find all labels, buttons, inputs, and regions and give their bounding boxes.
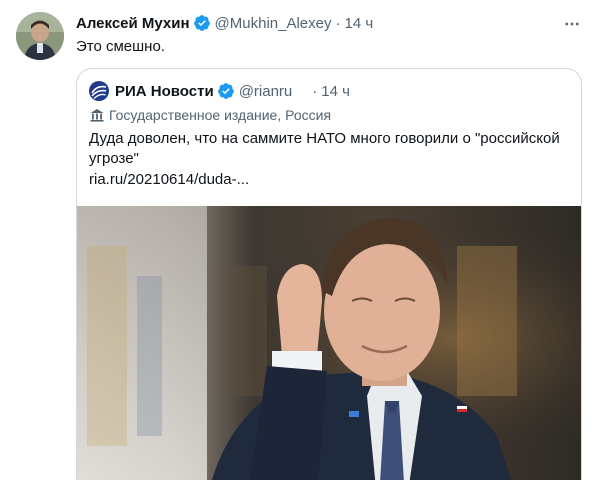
avatar-image — [16, 12, 64, 60]
tweet: Алексей Мухин @Mukhin_Alexey · 14 ч Это … — [0, 0, 598, 480]
author-handle[interactable]: @Mukhin_Alexey — [215, 15, 332, 32]
state-media-text: Государственное издание, Россия — [109, 107, 332, 123]
verified-badge-icon — [193, 14, 211, 32]
state-media-icon — [89, 107, 105, 123]
timestamp[interactable]: 14 ч — [345, 15, 374, 32]
more-options-icon[interactable] — [561, 13, 583, 35]
state-media-label[interactable]: Государственное издание, Россия — [89, 106, 331, 124]
separator-dot: · — [335, 14, 341, 32]
verified-badge-icon — [217, 82, 235, 100]
ria-logo — [89, 81, 109, 101]
quoted-tweet[interactable]: РИА Новости @rianru · 14 ч Государственн… — [76, 68, 582, 480]
tweet-header: Алексей Мухин @Mukhin_Alexey · 14 ч — [76, 13, 373, 33]
quoted-author-name: РИА Новости — [115, 82, 214, 100]
avatar[interactable] — [16, 12, 64, 60]
separator-dot: · — [312, 82, 318, 100]
quoted-link[interactable]: ria.ru/20210614/duda-... — [89, 170, 249, 190]
quoted-text: Дуда доволен, что на саммите НАТО много … — [89, 130, 560, 167]
quoted-timestamp: 14 ч — [321, 82, 350, 100]
quoted-header: РИА Новости @rianru · 14 ч — [89, 81, 350, 101]
author-name[interactable]: Алексей Мухин — [76, 15, 190, 32]
quoted-author-handle: @rianru — [238, 82, 293, 100]
quoted-media-image[interactable] — [77, 206, 581, 480]
tweet-text: Это смешно. — [76, 38, 165, 55]
